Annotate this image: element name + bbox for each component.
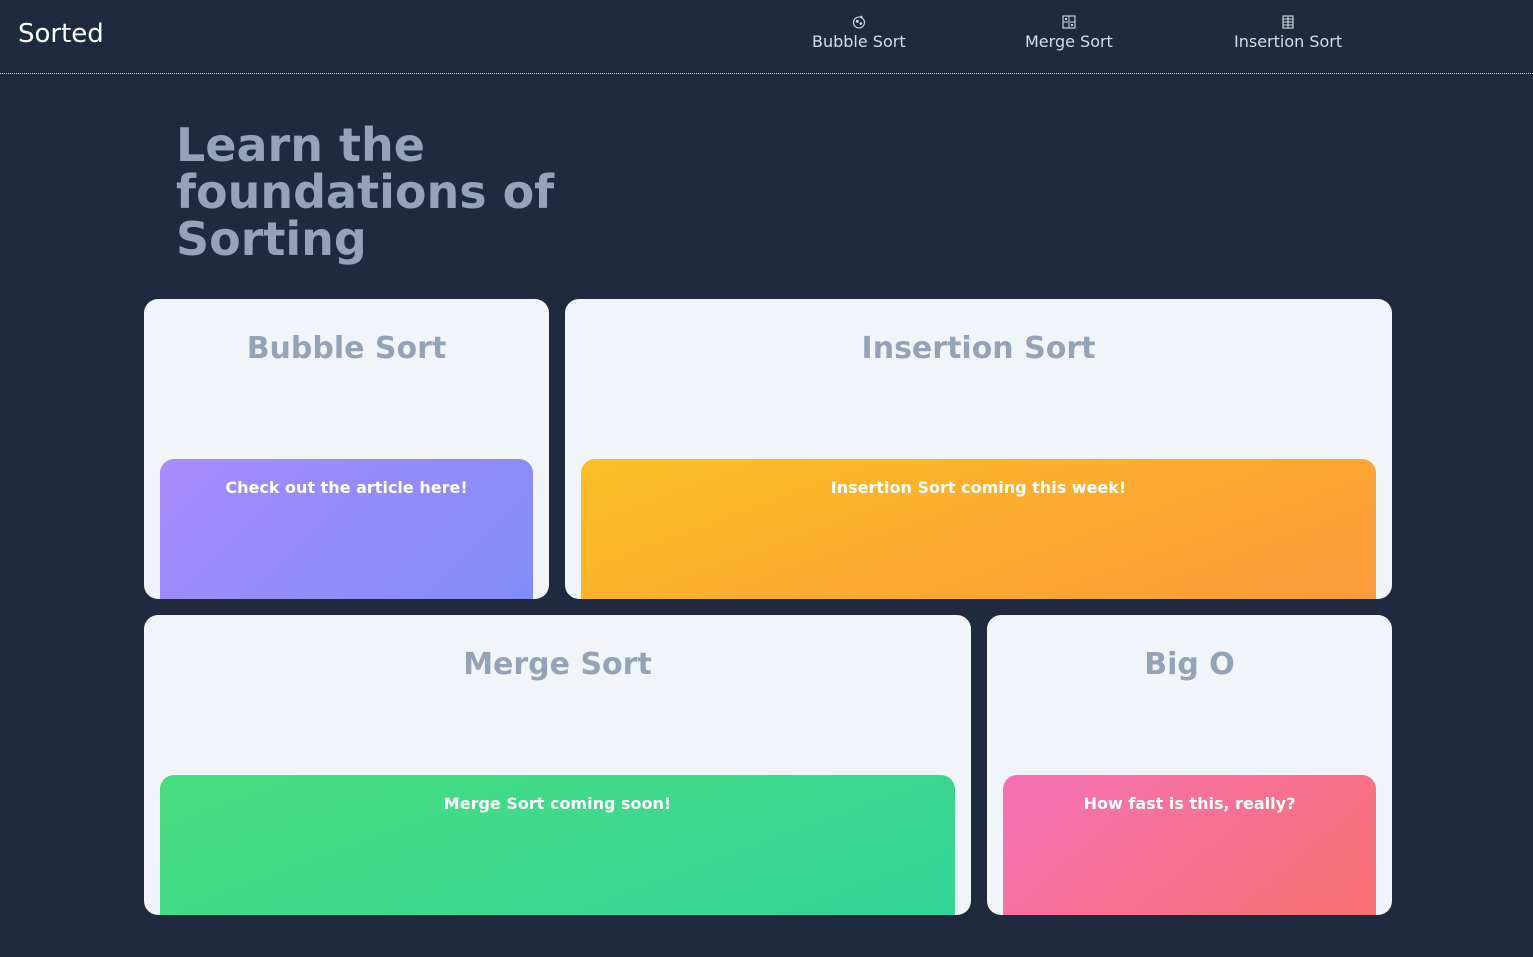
card-insertion-sort: Insertion Sort Insertion Sort coming thi… bbox=[565, 299, 1392, 599]
nav-item-label: Merge Sort bbox=[1025, 32, 1113, 51]
card-panel-text: Merge Sort coming soon! bbox=[443, 794, 672, 813]
nav-item-insertion-sort[interactable]: Insertion Sort bbox=[1234, 15, 1342, 52]
nav-item-label: Insertion Sort bbox=[1234, 32, 1343, 51]
card-panel-text: How fast is this, really? bbox=[1083, 794, 1296, 813]
card-panel-text: Insertion Sort coming this week! bbox=[830, 478, 1127, 497]
card-title: Merge Sort bbox=[463, 647, 652, 682]
big-o-panel[interactable]: How fast is this, really? bbox=[1003, 775, 1376, 915]
card-panel-text: Check out the article here! bbox=[225, 478, 468, 497]
merge-sort-panel[interactable]: Merge Sort coming soon! bbox=[160, 775, 955, 915]
card-bubble-sort: Bubble Sort Check out the article here! bbox=[144, 299, 549, 599]
card-merge-sort: Merge Sort Merge Sort coming soon! bbox=[144, 615, 971, 915]
merge-icon bbox=[1062, 15, 1076, 29]
bubble-sort-article-link[interactable]: Check out the article here! bbox=[160, 459, 533, 599]
nav-item-bubble-sort[interactable]: Bubble Sort bbox=[812, 15, 906, 52]
nav-item-label: Bubble Sort bbox=[812, 32, 906, 51]
brand-logo[interactable]: Sorted bbox=[18, 18, 104, 50]
card-big-o: Big O How fast is this, really? bbox=[987, 615, 1392, 915]
card-title: Bubble Sort bbox=[246, 331, 447, 366]
top-navbar: Sorted Bubble Sort Merge Sort Insertion … bbox=[0, 0, 1533, 74]
nav-item-merge-sort[interactable]: Merge Sort bbox=[1025, 15, 1113, 52]
hero-title: Learn the foundations of Sorting bbox=[176, 118, 555, 266]
card-title: Big O bbox=[1144, 647, 1235, 682]
card-title: Insertion Sort bbox=[861, 331, 1096, 366]
grid-icon bbox=[1282, 15, 1294, 29]
bubbles-icon bbox=[852, 15, 865, 29]
insertion-sort-panel[interactable]: Insertion Sort coming this week! bbox=[581, 459, 1376, 599]
